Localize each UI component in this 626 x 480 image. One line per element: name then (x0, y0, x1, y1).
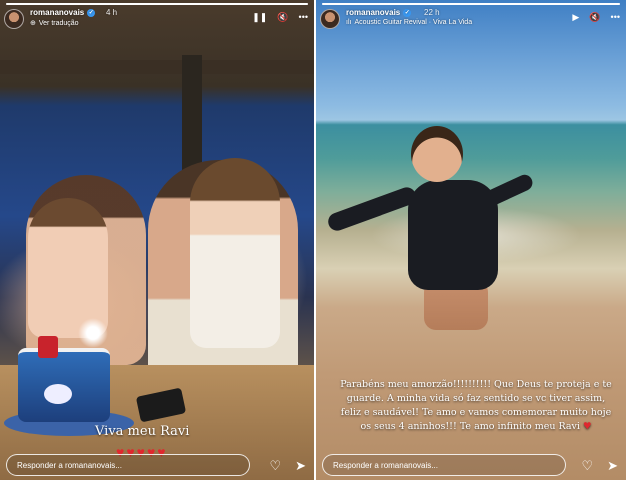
boy-figure (190, 158, 280, 348)
reply-placeholder: Responder a romananovais... (333, 460, 438, 470)
caption-text: Parabéns meu amorzão!!!!!!!!!! Que Deus … (340, 379, 612, 432)
music-track[interactable]: Acoustic Guitar Revival · Viva La Vida (354, 19, 472, 26)
child-head (411, 126, 463, 182)
cake-badge (44, 384, 72, 404)
reply-input[interactable]: Responder a romananovais... (6, 454, 250, 476)
post-time: 4 h (106, 8, 118, 17)
cake-topper (38, 336, 58, 358)
girl-figure (28, 198, 108, 338)
story-left[interactable]: romananovais ✓ 4 h ⊕ Ver tradução ❚❚ 🔇 ••… (0, 0, 314, 480)
pause-icon[interactable]: ❚❚ (252, 12, 267, 23)
story-header: romananovais ✓ 4 h ⊕ Ver tradução ❚❚ 🔇 ••… (4, 8, 308, 32)
reply-actions: ♡ ➤ (581, 458, 618, 474)
sparkler (78, 318, 108, 348)
username-text[interactable]: romananovais (346, 8, 400, 17)
reply-actions: ♡ ➤ (269, 458, 306, 474)
more-options-icon[interactable]: ••• (299, 12, 308, 23)
username[interactable]: romananovais ✓ (346, 8, 412, 17)
verified-badge-icon: ✓ (403, 8, 412, 17)
music-bars-icon: ılı (346, 19, 352, 26)
heart-emoji: ♥ (582, 421, 592, 432)
child-wetsuit (408, 180, 498, 290)
ceiling-beam (0, 60, 314, 74)
story-caption: Parabéns meu amorzão!!!!!!!!!! Que Deus … (340, 378, 612, 434)
music-row[interactable]: ılı Acoustic Guitar Revival · Viva La Vi… (346, 19, 472, 26)
post-time: 22 h (424, 8, 440, 17)
like-heart-icon[interactable]: ♡ (269, 458, 281, 474)
play-icon[interactable]: ▶ (572, 12, 579, 23)
translate-link[interactable]: Ver tradução (39, 20, 79, 27)
story-progress-bar (6, 3, 308, 5)
story-controls: ❚❚ 🔇 ••• (252, 12, 308, 23)
story-progress-fill (6, 3, 308, 5)
mute-icon[interactable]: 🔇 (277, 12, 288, 23)
reply-placeholder: Responder a romananovais... (17, 460, 122, 470)
send-direct-icon[interactable]: ➤ (295, 458, 306, 474)
more-options-icon[interactable]: ••• (611, 12, 620, 23)
story-right[interactable]: romananovais ✓ 22 h ılı Acoustic Guitar R… (316, 0, 626, 480)
reply-input[interactable]: Responder a romananovais... (322, 454, 566, 476)
username[interactable]: romananovais ✓ (30, 8, 96, 17)
verified-badge-icon: ✓ (87, 8, 96, 17)
story-controls: ▶ 🔇 ••• (572, 12, 620, 23)
story-progress-bar (322, 3, 620, 5)
avatar[interactable] (320, 9, 340, 29)
story-progress-fill (322, 3, 620, 5)
translate-icon: ⊕ (30, 20, 36, 27)
translate-row[interactable]: ⊕ Ver tradução (30, 19, 79, 28)
send-direct-icon[interactable]: ➤ (607, 458, 618, 474)
story-caption: Viva meu Ravi (95, 424, 190, 439)
username-text[interactable]: romananovais (30, 8, 84, 17)
like-heart-icon[interactable]: ♡ (581, 458, 593, 474)
story-header: romananovais ✓ 22 h ılı Acoustic Guitar R… (320, 8, 620, 32)
mute-icon[interactable]: 🔇 (589, 12, 600, 23)
avatar[interactable] (4, 9, 24, 29)
